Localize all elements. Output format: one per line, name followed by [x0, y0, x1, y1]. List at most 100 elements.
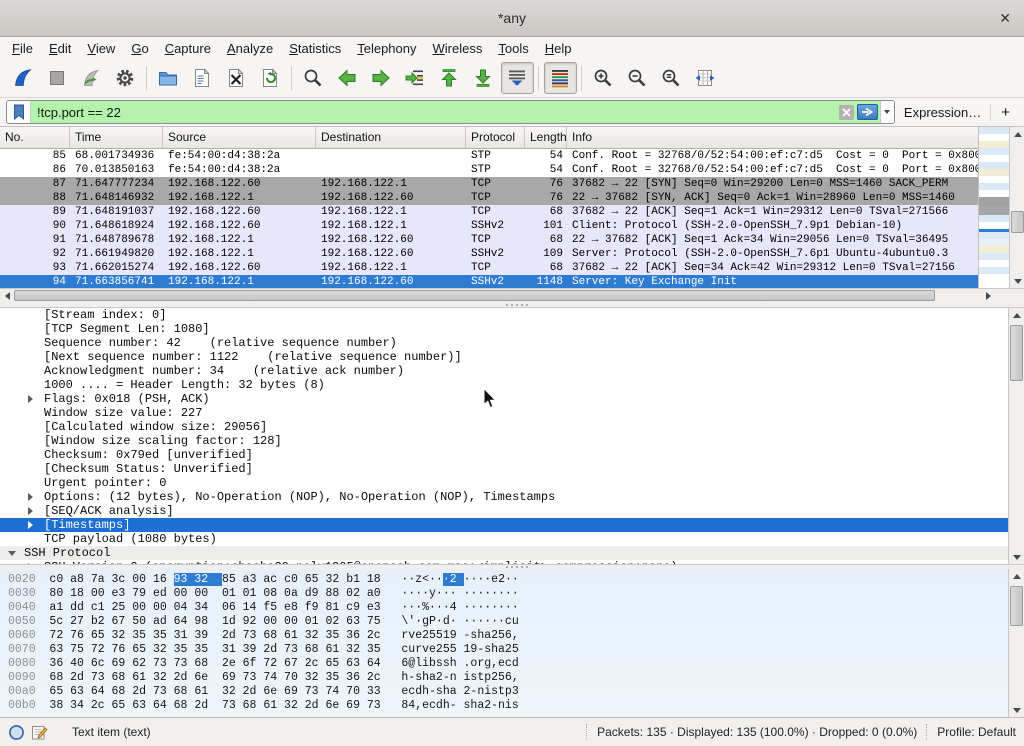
- scroll-left-icon[interactable]: [0, 289, 14, 302]
- column-header-protocol[interactable]: Protocol: [466, 127, 525, 148]
- packet-row-89[interactable]: 8971.648191037192.168.122.60192.168.122.…: [0, 205, 978, 219]
- auto-scroll-button[interactable]: [501, 62, 534, 94]
- hex-row-0040[interactable]: 0040 a1 dd c1 25 00 00 04 34 06 14 f5 e8…: [0, 601, 1008, 615]
- menu-capture[interactable]: Capture: [157, 39, 219, 58]
- go-to-packet-button[interactable]: [399, 62, 432, 94]
- hex-row-0060[interactable]: 0060 72 76 65 32 35 35 31 39 2d 73 68 61…: [0, 629, 1008, 643]
- menu-statistics[interactable]: Statistics: [281, 39, 349, 58]
- menu-file[interactable]: File: [4, 39, 41, 58]
- detail-row[interactable]: [Calculated window size: 29056]: [0, 420, 1008, 434]
- scroll-down-icon[interactable]: [1009, 550, 1024, 564]
- detail-row[interactable]: [SEQ/ACK analysis]: [0, 504, 1008, 518]
- zoom-original-button[interactable]: [655, 62, 688, 94]
- scroll-down-icon[interactable]: [1010, 274, 1024, 288]
- expert-info-icon[interactable]: [8, 724, 25, 741]
- detail-row[interactable]: Urgent pointer: 0: [0, 476, 1008, 490]
- detail-row[interactable]: SSH Version 2 (encryption:chacha20-poly1…: [0, 560, 1008, 564]
- reload-file-button[interactable]: [254, 62, 287, 94]
- packet-list-vscrollbar[interactable]: [1009, 127, 1024, 288]
- packet-list-hscrollbar[interactable]: [0, 288, 1024, 303]
- go-forward-button[interactable]: [365, 62, 398, 94]
- detail-row[interactable]: TCP payload (1080 bytes): [0, 532, 1008, 546]
- scrollbar-thumb[interactable]: [1011, 211, 1024, 233]
- scroll-up-icon[interactable]: [1010, 127, 1024, 141]
- packet-row-90[interactable]: 9071.648618924192.168.122.60192.168.122.…: [0, 219, 978, 233]
- filter-history-dropdown[interactable]: [880, 101, 894, 123]
- filter-bookmark-icon[interactable]: [7, 101, 31, 123]
- hex-row-0020[interactable]: 0020 c0 a8 7a 3c 00 16 93 32 85 a3 ac c0…: [0, 573, 1008, 587]
- packet-row-87[interactable]: 8771.647777234192.168.122.60192.168.122.…: [0, 177, 978, 191]
- detail-row[interactable]: SSH Protocol: [0, 546, 1008, 560]
- column-header-source[interactable]: Source: [163, 127, 316, 148]
- expander-closed-icon[interactable]: [28, 521, 44, 529]
- expander-closed-icon[interactable]: [28, 563, 44, 564]
- bytes-vscrollbar[interactable]: [1008, 569, 1024, 717]
- column-header-no[interactable]: No.: [0, 127, 70, 148]
- filter-text[interactable]: !tcp.port == 22: [31, 101, 837, 123]
- scrollbar-thumb[interactable]: [1010, 325, 1023, 381]
- filter-clear-icon[interactable]: [839, 105, 854, 120]
- go-back-button[interactable]: [331, 62, 364, 94]
- expander-closed-icon[interactable]: [28, 507, 44, 515]
- hex-row-00a0[interactable]: 00a0 65 63 64 68 2d 73 68 61 32 2d 6e 69…: [0, 685, 1008, 699]
- scroll-up-icon[interactable]: [1009, 308, 1024, 322]
- detail-row[interactable]: [Next sequence number: 1122 (relative se…: [0, 350, 1008, 364]
- capture-options-button[interactable]: [109, 62, 142, 94]
- intelligent-scrollbar-minimap[interactable]: [978, 127, 1009, 288]
- menu-telephony[interactable]: Telephony: [349, 39, 424, 58]
- packet-row-91[interactable]: 9171.648789678192.168.122.1192.168.122.6…: [0, 233, 978, 247]
- details-vscrollbar[interactable]: [1008, 308, 1024, 564]
- find-packet-button[interactable]: [297, 62, 330, 94]
- go-first-packet-button[interactable]: [433, 62, 466, 94]
- save-file-button[interactable]: [186, 62, 219, 94]
- detail-row[interactable]: Window size value: 227: [0, 406, 1008, 420]
- hex-row-0050[interactable]: 0050 5c 27 b2 67 50 ad 64 98 1d 92 00 00…: [0, 615, 1008, 629]
- detail-row[interactable]: [Stream index: 0]: [0, 308, 1008, 322]
- hex-row-0080[interactable]: 0080 36 40 6c 69 62 73 73 68 2e 6f 72 67…: [0, 657, 1008, 671]
- packet-row-86[interactable]: 8670.013850163fe:54:00:d4:38:2aSTP54Conf…: [0, 163, 978, 177]
- detail-row[interactable]: Options: (12 bytes), No-Operation (NOP),…: [0, 490, 1008, 504]
- detail-row[interactable]: Sequence number: 42 (relative sequence n…: [0, 336, 1008, 350]
- scroll-down-icon[interactable]: [1009, 703, 1024, 717]
- menu-help[interactable]: Help: [537, 39, 580, 58]
- stop-capture-button[interactable]: [41, 62, 74, 94]
- hex-row-0070[interactable]: 0070 63 75 72 76 65 32 35 35 31 39 2d 73…: [0, 643, 1008, 657]
- zoom-in-button[interactable]: [587, 62, 620, 94]
- column-header-time[interactable]: Time: [70, 127, 163, 148]
- column-header-length[interactable]: Length: [525, 127, 567, 148]
- expander-open-icon[interactable]: [8, 551, 24, 556]
- menu-wireless[interactable]: Wireless: [425, 39, 491, 58]
- resize-columns-button[interactable]: [689, 62, 722, 94]
- detail-row[interactable]: Acknowledgment number: 34 (relative ack …: [0, 364, 1008, 378]
- scroll-right-icon[interactable]: [981, 289, 995, 302]
- profile-text[interactable]: Profile: Default: [937, 725, 1016, 739]
- scrollbar-thumb[interactable]: [1010, 586, 1023, 626]
- menu-edit[interactable]: Edit: [41, 39, 79, 58]
- detail-row[interactable]: Checksum: 0x79ed [unverified]: [0, 448, 1008, 462]
- menu-analyze[interactable]: Analyze: [219, 39, 281, 58]
- filter-apply-icon[interactable]: [857, 104, 878, 120]
- expression-button[interactable]: Expression…: [904, 105, 981, 120]
- open-file-button[interactable]: [152, 62, 185, 94]
- close-file-button[interactable]: [220, 62, 253, 94]
- column-header-destination[interactable]: Destination: [316, 127, 466, 148]
- add-filter-button[interactable]: +: [990, 104, 1018, 121]
- expander-closed-icon[interactable]: [28, 493, 44, 501]
- capture-comment-icon[interactable]: [31, 724, 48, 741]
- go-last-packet-button[interactable]: [467, 62, 500, 94]
- zoom-out-button[interactable]: [621, 62, 654, 94]
- hex-row-0030[interactable]: 0030 80 18 00 e3 79 ed 00 00 01 01 08 0a…: [0, 587, 1008, 601]
- expander-closed-icon[interactable]: [28, 395, 44, 403]
- packet-row-85[interactable]: 8568.001734936fe:54:00:d4:38:2aSTP54Conf…: [0, 149, 978, 163]
- packet-row-88[interactable]: 8871.648146932192.168.122.1192.168.122.6…: [0, 191, 978, 205]
- packet-row-92[interactable]: 9271.661949820192.168.122.1192.168.122.6…: [0, 247, 978, 261]
- detail-row[interactable]: [Window size scaling factor: 128]: [0, 434, 1008, 448]
- hex-row-0090[interactable]: 0090 68 2d 73 68 61 32 2d 6e 69 73 74 70…: [0, 671, 1008, 685]
- packet-row-94[interactable]: 9471.663856741192.168.122.1192.168.122.6…: [0, 275, 978, 288]
- detail-row[interactable]: 1000 .... = Header Length: 32 bytes (8): [0, 378, 1008, 392]
- detail-row[interactable]: [Checksum Status: Unverified]: [0, 462, 1008, 476]
- detail-row[interactable]: [Timestamps]: [0, 518, 1008, 532]
- scroll-up-icon[interactable]: [1009, 569, 1024, 583]
- menu-go[interactable]: Go: [123, 39, 156, 58]
- menu-tools[interactable]: Tools: [490, 39, 536, 58]
